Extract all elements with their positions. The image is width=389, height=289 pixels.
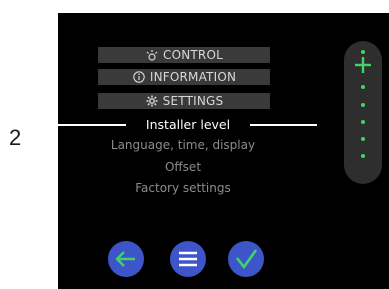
divider-left	[58, 124, 126, 126]
menu-settings-label: SETTINGS	[162, 94, 224, 108]
thermostat-icon	[145, 49, 159, 61]
menu-control-label: CONTROL	[163, 48, 223, 62]
installer-level-title: Installer level	[145, 117, 231, 132]
arrow-left-icon	[115, 251, 135, 267]
menu-settings[interactable]: SETTINGS	[98, 93, 270, 109]
back-button[interactable]	[108, 241, 144, 277]
menu-control[interactable]: CONTROL	[98, 47, 270, 63]
checkmark-icon	[235, 249, 258, 270]
menu-button[interactable]	[170, 241, 206, 277]
confirm-button[interactable]	[228, 241, 264, 277]
list-item-language-time-display[interactable]: Language, time, display	[78, 138, 288, 152]
divider-right	[250, 124, 317, 126]
menu-information-label: INFORMATION	[149, 70, 237, 84]
hamburger-icon	[179, 251, 197, 267]
nav-dot	[361, 154, 365, 158]
info-icon	[132, 71, 146, 83]
side-navigation-bar[interactable]	[344, 41, 382, 184]
nav-dot	[361, 50, 365, 54]
gear-icon	[145, 95, 159, 107]
nav-dot	[361, 85, 365, 89]
plus-icon[interactable]	[353, 55, 373, 75]
menu-information[interactable]: INFORMATION	[98, 69, 270, 85]
step-number: 2	[9, 125, 22, 150]
installer-level-header: Installer level	[58, 117, 317, 133]
list-item-offset[interactable]: Offset	[78, 160, 288, 174]
device-screen: CONTROL INFORMATION SETTINGS Installer l…	[58, 13, 389, 289]
nav-dot	[361, 120, 365, 124]
list-item-factory-settings[interactable]: Factory settings	[78, 181, 288, 195]
nav-dot	[361, 137, 365, 141]
nav-dot	[361, 103, 365, 107]
